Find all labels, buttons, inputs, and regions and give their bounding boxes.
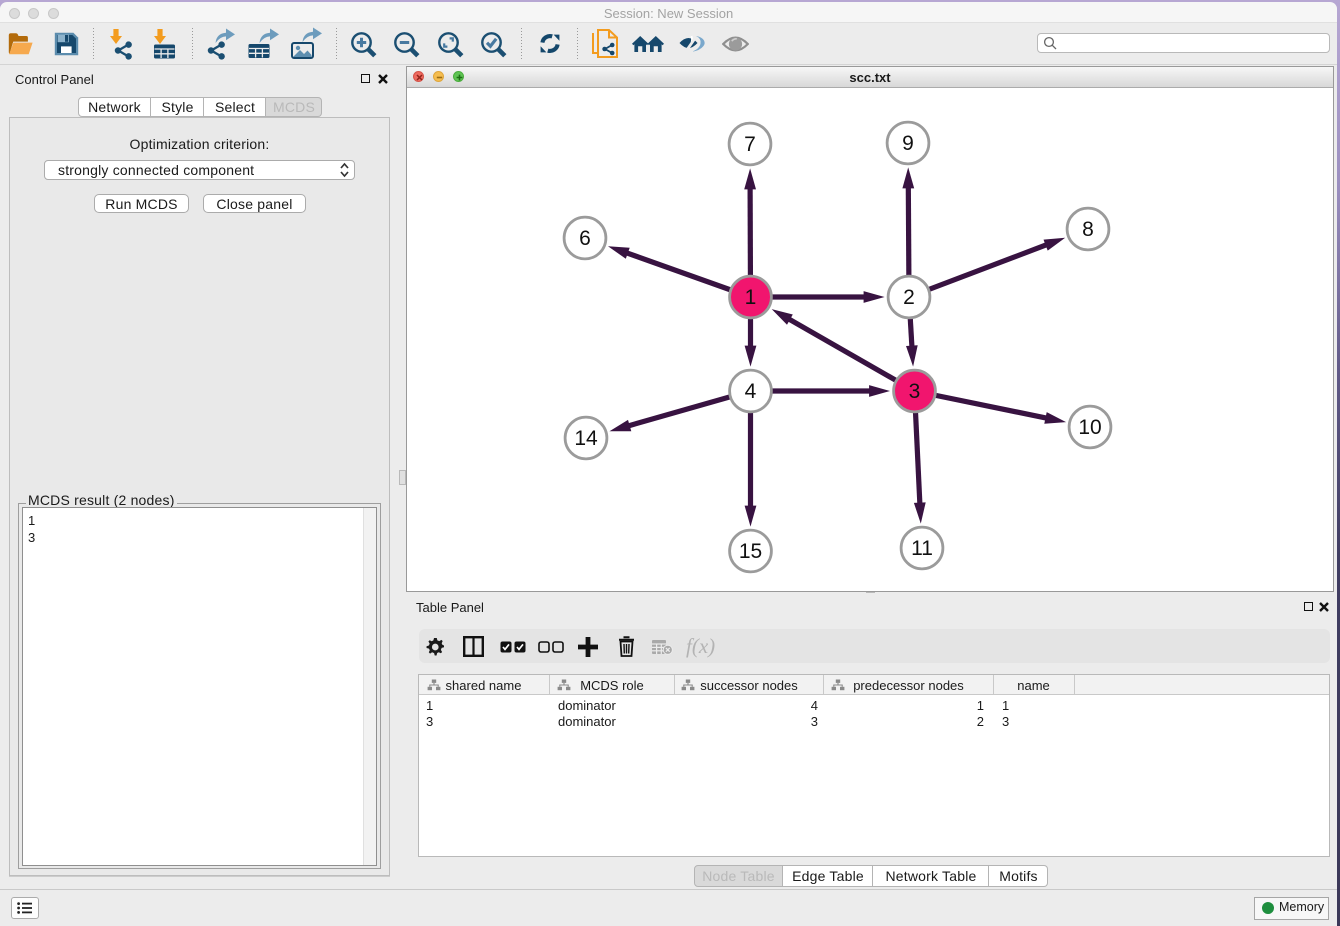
svg-text:3: 3 bbox=[909, 380, 921, 403]
svg-text:1: 1 bbox=[745, 286, 757, 309]
svg-text:11: 11 bbox=[911, 537, 933, 560]
svg-text:8: 8 bbox=[1082, 218, 1094, 241]
svg-text:9: 9 bbox=[902, 132, 914, 155]
svg-text:15: 15 bbox=[739, 540, 762, 563]
svg-text:4: 4 bbox=[745, 380, 757, 403]
svg-text:2: 2 bbox=[903, 286, 915, 309]
svg-text:6: 6 bbox=[579, 227, 591, 250]
svg-text:10: 10 bbox=[1078, 416, 1101, 439]
svg-text:7: 7 bbox=[744, 133, 756, 156]
svg-text:14: 14 bbox=[574, 427, 598, 450]
